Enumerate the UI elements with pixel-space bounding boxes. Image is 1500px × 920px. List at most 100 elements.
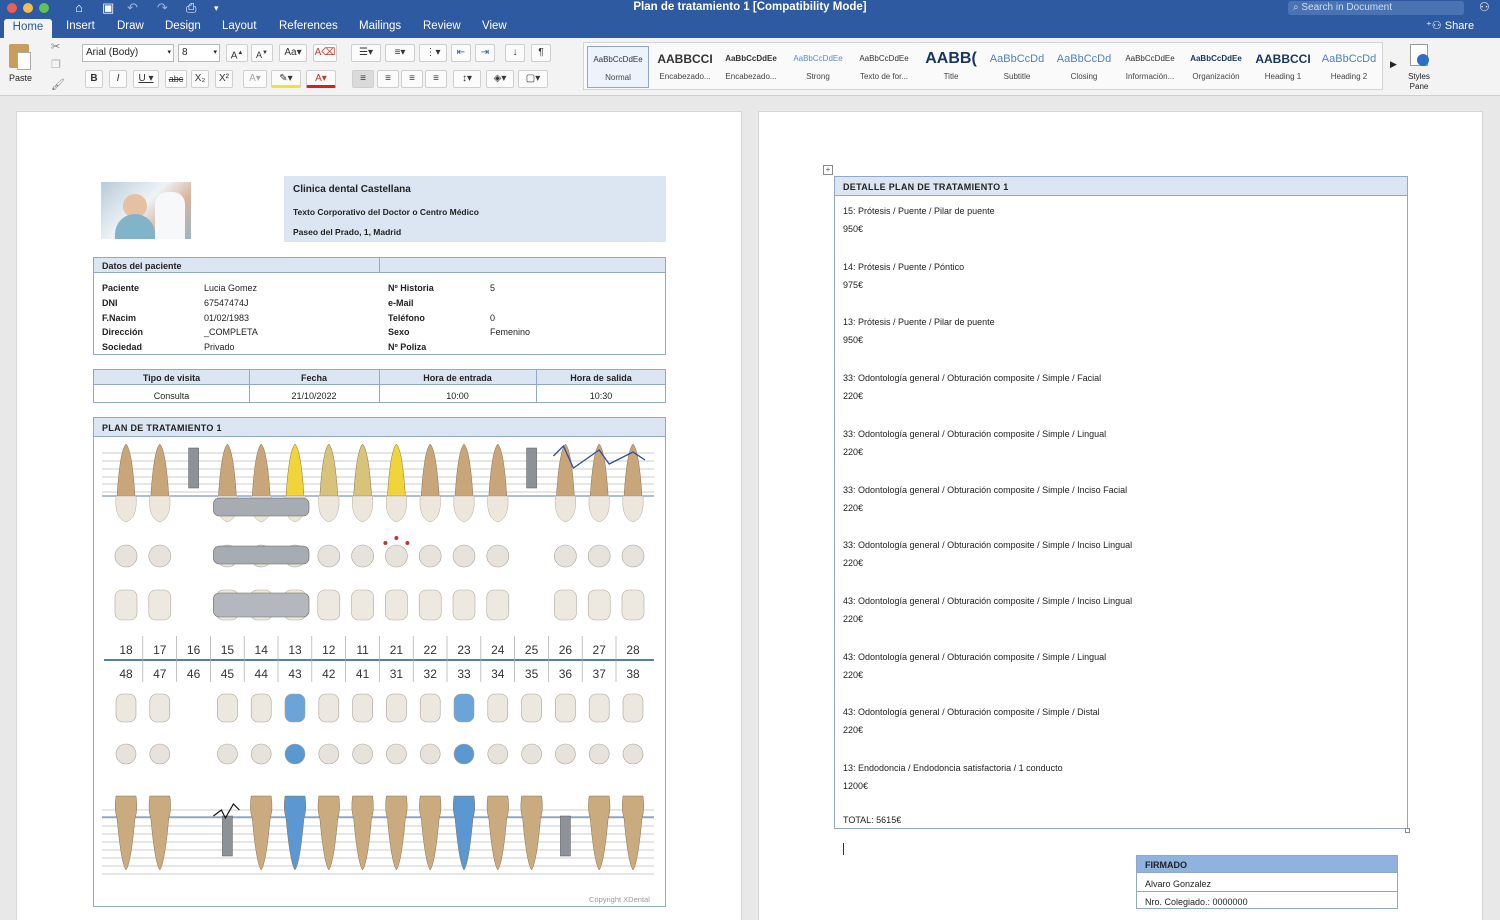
tooth-facial-upper: [317, 589, 341, 621]
style-heading-2[interactable]: AaBbCcDd Heading 2: [1318, 46, 1380, 88]
tooth-root-lower: [317, 795, 340, 871]
align-left-button[interactable]: ≡: [352, 70, 374, 88]
style-texto-de-formulario[interactable]: AaBbCcDdEe Texto de for...: [853, 46, 915, 88]
tab-review[interactable]: Review: [423, 20, 461, 32]
style-closing[interactable]: AaBbCcDd Closing: [1053, 46, 1115, 88]
cut-icon[interactable]: ✂: [51, 40, 60, 53]
tooth-occlusal-lower: [588, 743, 610, 765]
tooth-number-upper: 12: [322, 643, 336, 657]
tooth-root-upper: [420, 443, 440, 497]
format-painter-icon[interactable]: 🖌: [51, 78, 65, 91]
tab-mailings[interactable]: Mailings: [359, 20, 401, 32]
multilevel-list-button[interactable]: ⋮▾: [419, 44, 447, 62]
sort-button[interactable]: ↓: [505, 44, 525, 62]
shading-button[interactable]: ◈▾: [486, 70, 514, 88]
table-resize-handle[interactable]: [1405, 828, 1410, 833]
tab-draw[interactable]: Draw: [117, 20, 144, 32]
shrink-font-button[interactable]: A▼: [251, 44, 273, 62]
tooth-root-lower: [452, 795, 476, 871]
tooth-occlusal-lower: [453, 743, 475, 765]
decrease-indent-button[interactable]: ⇤: [451, 44, 471, 62]
style-organizacion[interactable]: AaBbCcDdEe Organización: [1185, 46, 1247, 88]
tab-references[interactable]: References: [279, 20, 338, 32]
tooth-root-lower: [486, 795, 509, 871]
font-color-button[interactable]: A▾: [306, 70, 336, 88]
window-title: Plan de tratamiento 1 [Compatibility Mod…: [633, 1, 867, 13]
detail-item-price: 220€: [843, 446, 864, 457]
tab-home[interactable]: Home: [4, 19, 52, 39]
style-heading-1[interactable]: AABBCCI Heading 1: [1252, 46, 1314, 88]
style-normal[interactable]: AaBbCcDdEe Normal: [587, 46, 649, 88]
text-effects-button[interactable]: A▾: [243, 70, 267, 88]
sex-label: Sexo: [388, 327, 410, 337]
style-informacion[interactable]: AaBbCcDdEe Información...: [1119, 46, 1181, 88]
highlight-button[interactable]: ✎▾: [271, 70, 301, 88]
style-encabezado-1[interactable]: AABBCCI Encabezado...: [654, 46, 716, 88]
align-center-button[interactable]: ≡: [377, 70, 399, 88]
tooth-facial-lower: [318, 693, 340, 723]
tooth-occlusal-upper: [587, 544, 611, 568]
numbering-button[interactable]: ≡▾: [385, 44, 415, 62]
justify-button[interactable]: ≡: [425, 70, 447, 88]
font-size-select[interactable]: 8 ▾: [178, 44, 220, 62]
tab-view[interactable]: View: [482, 20, 507, 32]
font-name-select[interactable]: Arial (Body) ▾: [82, 44, 174, 62]
share-button[interactable]: ⁺⚇ Share: [1426, 19, 1474, 32]
borders-button[interactable]: ▢▾: [518, 70, 548, 88]
gallery-more-icon[interactable]: ▶: [1390, 59, 1397, 70]
tooth-facial-upper: [351, 589, 374, 621]
tooth-facial-upper: [148, 589, 172, 621]
visit-exit-value: 10:30: [589, 391, 613, 401]
show-paragraph-marks-button[interactable]: ¶: [531, 44, 551, 62]
strikethrough-button[interactable]: abc: [165, 70, 187, 88]
line-spacing-button[interactable]: ↕▾: [453, 70, 481, 88]
tooth-number-upper: 22: [424, 643, 438, 657]
tooth-facial-upper: [486, 589, 510, 621]
style-encabezado-2[interactable]: AaBbCcDdEe Encabezado...: [720, 46, 782, 88]
phone-value: 0: [490, 313, 496, 323]
copy-icon[interactable]: ❐: [51, 58, 61, 71]
underline-button[interactable]: U ▾: [133, 70, 159, 88]
style-title[interactable]: AABB(Title: [920, 46, 982, 88]
tab-layout[interactable]: Layout: [222, 20, 257, 32]
tooth-root-upper: [589, 443, 609, 497]
bold-button[interactable]: B: [85, 70, 103, 88]
change-case-button[interactable]: Aa▾: [279, 44, 307, 62]
grow-font-button[interactable]: A▲: [226, 44, 248, 62]
treatment-marker: [394, 536, 399, 540]
tooth-root-lower: [114, 795, 138, 871]
odontogram: 18 17 16 15 14 13 12 11 21 22 23 24 25 26 27 28 48 47 46 45…: [102, 443, 654, 875]
tooth-crown-upper: [419, 495, 441, 523]
patient-insurer-value: Privado: [204, 342, 235, 352]
patient-insurer-label: Sociedad: [102, 342, 143, 352]
align-right-button[interactable]: ≡: [401, 70, 423, 88]
detail-item-price: 950€: [843, 224, 864, 234]
table-move-handle[interactable]: +: [823, 165, 833, 175]
tooth-occlusal-lower: [622, 743, 644, 765]
style-subtitle[interactable]: AaBbCcDd Subtitle: [986, 46, 1048, 88]
tooth-facial-lower: [217, 693, 238, 723]
superscript-button[interactable]: X²: [215, 70, 233, 88]
italic-button[interactable]: I: [109, 70, 127, 88]
detail-item-price: 950€: [843, 335, 864, 346]
tooth-occlusal-lower: [318, 743, 340, 765]
tab-design[interactable]: Design: [165, 20, 201, 32]
increase-indent-button[interactable]: ⇥: [475, 44, 495, 62]
treatment-marker: [405, 541, 410, 545]
tooth-number-lower: 41: [356, 667, 370, 681]
style-strong[interactable]: AaBbCcDdEe Strong: [787, 46, 849, 88]
tooth-occlusal-lower: [555, 743, 576, 765]
detail-item-description: 14: Prótesis / Puente / Póntico: [843, 261, 965, 272]
tooth-root-lower: [385, 795, 408, 871]
clear-formatting-button[interactable]: A⌫: [313, 44, 337, 62]
tab-insert[interactable]: Insert: [66, 20, 95, 32]
styles-pane-button[interactable]: [1404, 42, 1434, 72]
account-icon[interactable]: ⚇: [1479, 0, 1490, 14]
tooth-number-lower: 48: [119, 667, 133, 681]
paste-button[interactable]: [6, 42, 36, 72]
tooth-number-lower: 37: [593, 667, 607, 681]
bullets-button[interactable]: ☰▾: [351, 44, 381, 62]
subscript-button[interactable]: X₂: [191, 70, 209, 88]
search-input[interactable]: ⌕ Search in Document: [1288, 1, 1464, 15]
tooth-facial-lower: [352, 693, 373, 723]
